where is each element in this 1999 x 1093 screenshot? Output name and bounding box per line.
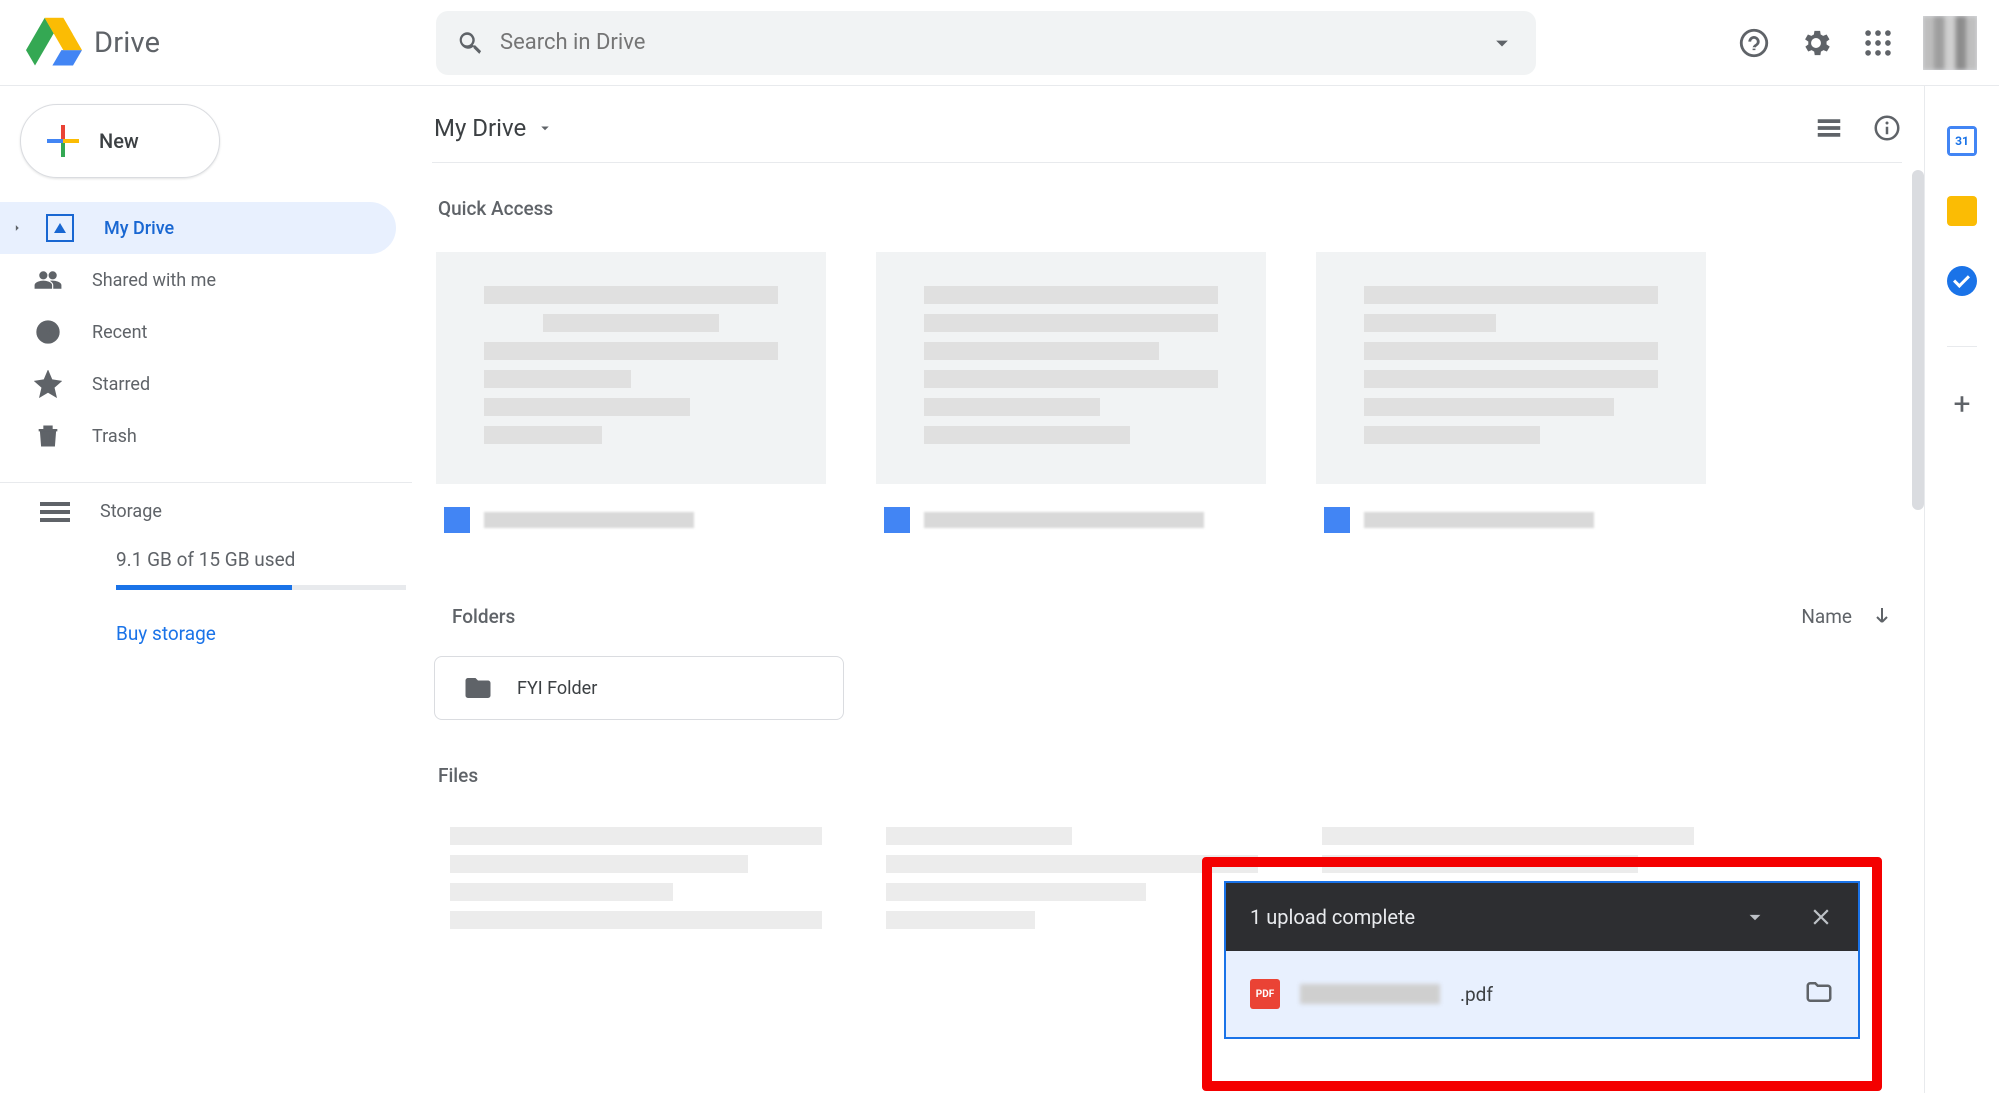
nav-label: My Drive xyxy=(104,218,174,239)
search-options-icon[interactable] xyxy=(1488,29,1516,57)
toolbar: My Drive xyxy=(424,86,1902,156)
star-icon xyxy=(34,370,62,398)
logo[interactable]: Drive xyxy=(26,15,436,71)
section-heading-files: Files xyxy=(438,764,1902,787)
sort-control[interactable]: Name xyxy=(1801,604,1894,628)
side-panel: + xyxy=(1925,86,1999,1093)
redacted-title xyxy=(1364,512,1594,528)
upload-toast-header: 1 upload complete xyxy=(1226,883,1858,951)
info-icon[interactable] xyxy=(1872,113,1902,143)
nav-item-trash[interactable]: Trash xyxy=(0,410,396,462)
upload-toast-title: 1 upload complete xyxy=(1250,905,1415,929)
nav-item-my-drive[interactable]: My Drive xyxy=(0,202,396,254)
folder-icon xyxy=(463,673,493,703)
nav-label: Recent xyxy=(92,322,147,343)
nav-item-recent[interactable]: Recent xyxy=(0,306,396,358)
close-icon[interactable] xyxy=(1808,904,1834,930)
card-thumbnail xyxy=(436,252,826,484)
calendar-app-icon[interactable] xyxy=(1947,126,1977,156)
card-thumbnail xyxy=(876,252,1266,484)
docs-icon xyxy=(444,507,470,533)
upload-toast: 1 upload complete PDF .pdf xyxy=(1224,881,1860,1039)
storage-icon xyxy=(40,502,70,522)
breadcrumb-current[interactable]: My Drive xyxy=(424,114,554,142)
account-avatar[interactable] xyxy=(1923,16,1977,70)
add-addon-button[interactable]: + xyxy=(1953,387,1970,422)
annotation-highlight: 1 upload complete PDF .pdf xyxy=(1202,857,1882,1091)
card-thumbnail xyxy=(1316,252,1706,484)
help-icon[interactable] xyxy=(1737,26,1771,60)
file-extension: .pdf xyxy=(1460,983,1493,1006)
redacted-title xyxy=(924,512,1204,528)
plus-icon xyxy=(43,121,83,161)
new-button-label: New xyxy=(99,129,139,153)
sort-label: Name xyxy=(1801,605,1852,628)
clock-icon xyxy=(34,318,62,346)
nav-label: Shared with me xyxy=(92,270,216,291)
folder-name: FYI Folder xyxy=(517,678,597,699)
nav-item-storage[interactable]: Storage xyxy=(0,501,412,522)
nav-label: Trash xyxy=(92,426,137,447)
breadcrumb-label: My Drive xyxy=(434,114,526,142)
storage-quota-bar xyxy=(116,585,406,590)
redacted-title xyxy=(484,512,694,528)
rail-divider xyxy=(1947,346,1977,347)
main-content: My Drive Quick Access xyxy=(412,86,1925,1093)
file-card[interactable] xyxy=(436,813,836,943)
quick-access-row xyxy=(428,244,1902,554)
quick-access-card[interactable] xyxy=(428,244,834,554)
folders-header-row: Folders Name xyxy=(452,604,1894,628)
section-heading-quick-access: Quick Access xyxy=(438,197,1902,220)
people-icon xyxy=(34,266,62,294)
docs-icon xyxy=(1324,507,1350,533)
search-input[interactable] xyxy=(500,30,1488,55)
settings-gear-icon[interactable] xyxy=(1799,26,1833,60)
section-heading-folders: Folders xyxy=(452,605,515,628)
list-view-icon[interactable] xyxy=(1814,113,1844,143)
folder-item[interactable]: FYI Folder xyxy=(434,656,844,720)
pdf-icon: PDF xyxy=(1250,979,1280,1009)
chevron-down-icon[interactable] xyxy=(1742,904,1768,930)
nav-item-shared[interactable]: Shared with me xyxy=(0,254,396,306)
nav-item-starred[interactable]: Starred xyxy=(0,358,396,410)
app-header: Drive xyxy=(0,0,1999,86)
app-name: Drive xyxy=(94,26,160,60)
quick-access-card[interactable] xyxy=(868,244,1274,554)
buy-storage-link[interactable]: Buy storage xyxy=(0,622,412,645)
locate-in-folder-button[interactable] xyxy=(1804,977,1834,1011)
keep-app-icon[interactable] xyxy=(1947,196,1977,226)
upload-toast-item[interactable]: PDF .pdf xyxy=(1226,951,1858,1037)
search-bar[interactable] xyxy=(436,11,1536,75)
nav-label: Starred xyxy=(92,374,150,395)
docs-icon xyxy=(884,507,910,533)
drive-icon xyxy=(46,214,74,242)
header-actions xyxy=(1737,16,1977,70)
nav-list: My Drive Shared with me Recent Starred T… xyxy=(0,202,412,462)
scrollbar[interactable] xyxy=(1912,170,1924,510)
sidebar-divider xyxy=(0,482,412,483)
redacted-filename xyxy=(1300,984,1440,1004)
divider xyxy=(432,162,1902,163)
arrow-down-icon xyxy=(1870,604,1894,628)
search-icon xyxy=(456,29,484,57)
storage-label: Storage xyxy=(100,501,162,522)
trash-icon xyxy=(34,422,62,450)
sidebar: New My Drive Shared with me Recent Starr… xyxy=(0,86,412,1093)
drive-logo-icon xyxy=(26,15,82,71)
chevron-down-icon xyxy=(536,119,554,137)
quick-access-card[interactable] xyxy=(1308,244,1714,554)
apps-grid-icon[interactable] xyxy=(1861,26,1895,60)
new-button[interactable]: New xyxy=(20,104,220,178)
storage-quota-text: 9.1 GB of 15 GB used xyxy=(0,548,412,571)
tasks-app-icon[interactable] xyxy=(1947,266,1977,296)
expand-caret-icon[interactable] xyxy=(10,221,24,235)
